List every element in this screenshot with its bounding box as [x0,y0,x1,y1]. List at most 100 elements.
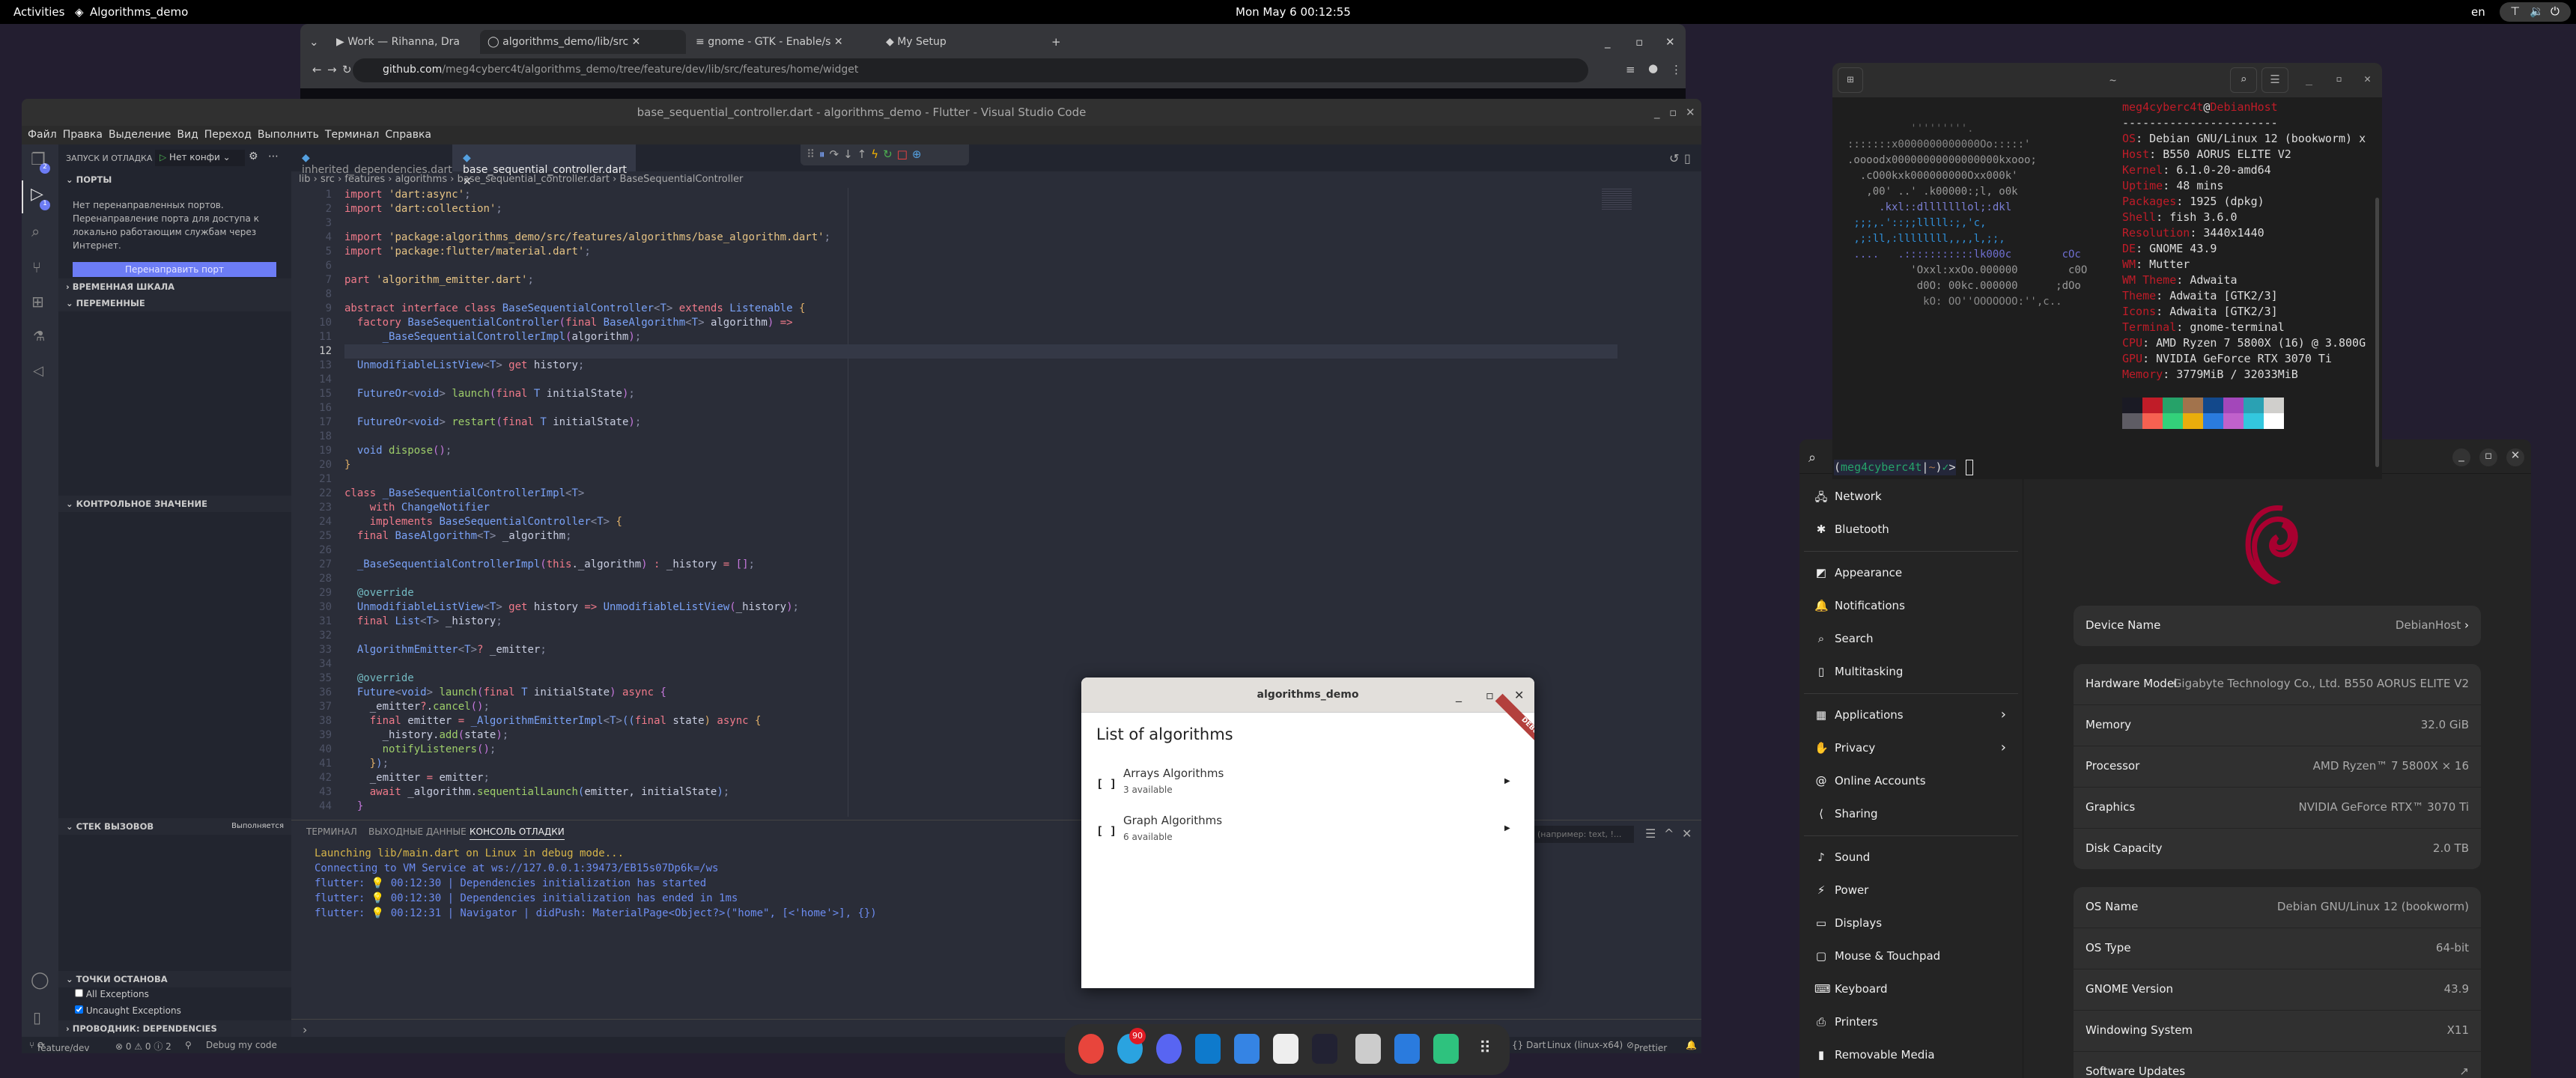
app-menu[interactable]: Algorithms_demo [90,5,188,19]
variables-header[interactable]: ⌄ ПЕРЕМЕННЫЕ [58,295,291,311]
breadcrumb-item[interactable]: algorithms [395,174,448,185]
settings-nav-privacy[interactable]: ✋ Privacy › [1799,732,2023,765]
settings-nav-displays[interactable]: ▭ Displays [1799,907,2023,940]
remmina-icon[interactable] [1394,1034,1420,1064]
maximize-button[interactable]: ▫ [1669,106,1677,119]
settings-nav-power[interactable]: ⚡ Power [1799,874,2023,907]
menu-item[interactable]: Переход [204,129,252,141]
settings-nav-notifications[interactable]: 🔔 Notifications [1799,590,2023,623]
tab-inherited-dependencies[interactable]: ◆ inherited_dependencies.dart [291,144,452,176]
vscode-icon[interactable] [1195,1034,1221,1064]
stop-icon[interactable]: □ [897,147,912,161]
maximize-panel-icon[interactable]: ^ [1664,826,1674,841]
settings-nav-bluetooth[interactable]: ✱ Bluetooth [1799,514,2023,546]
minimize-button[interactable]: _ [2452,448,2470,466]
menu-item[interactable]: Файл [28,129,57,141]
breadcrumb-item[interactable]: lib [299,174,310,185]
watch-header[interactable]: ⌄ КОНТРОЛЬНОЕ ЗНАЧЕНИЕ [58,496,291,512]
files-icon[interactable] [1234,1034,1260,1064]
browser-tab[interactable]: ▶ Work — Rihanna, Dra [329,30,479,54]
extensions-icon[interactable]: ⊞ [31,293,44,311]
settings-nav-applications[interactable]: ▦ Applications › [1799,699,2023,732]
step-over-icon[interactable]: ↷ [830,147,844,161]
device-name-row[interactable]: Device Name DebianHost › [2074,606,2481,647]
settings-nav-sound[interactable]: ♪ Sound [1799,841,2023,874]
split-editor-icon[interactable]: ▯ [1684,151,1691,165]
breadcrumb-item[interactable]: src [321,174,335,185]
branch-indicator[interactable]: ⑂ feature/dev ⟳ [29,1040,89,1053]
account-icon[interactable]: ◯ [31,971,49,990]
testing-icon[interactable]: ⚗ [33,329,45,344]
menu-icon[interactable]: ☰ [2261,67,2288,93]
minimize-button[interactable]: _ [1654,106,1660,119]
chrome-icon[interactable] [1078,1034,1104,1064]
reload-button[interactable]: ↻ [342,63,352,76]
menu-item[interactable]: Правка [63,129,103,141]
activities-button[interactable]: Activities [13,5,64,19]
prettier-status[interactable]: ⊘ Prettier [1626,1040,1667,1053]
settings-nav-network[interactable]: 🖧 Network [1799,481,2023,514]
menu-icon[interactable]: ⋮ [1671,63,1682,76]
step-into-icon[interactable]: ↓ [843,147,857,161]
settings-nav-sharing[interactable]: ⟨ Sharing [1799,798,2023,831]
clock[interactable]: Mon May 6 00:12:55 [1236,5,1351,19]
breakpoints-header[interactable]: ⌄ ТОЧКИ ОСТАНОВА [58,971,291,987]
tab-debug-console[interactable]: КОНСОЛЬ ОТЛАДКИ [470,826,565,840]
more-icon[interactable]: ⋯ [268,150,279,162]
dependencies-header[interactable]: › ПРОВОДНИК: DEPENDENCIES [58,1020,291,1037]
settings-nav-search[interactable]: ⌕ Search [1799,623,2023,656]
app-grid-icon[interactable]: ⠿ [1472,1034,1498,1064]
device-icon[interactable]: ▯ [33,1008,41,1026]
breadcrumb-item[interactable]: features [344,174,385,185]
gear-icon[interactable]: ⚙ [249,150,258,162]
breakpoint-all-exceptions[interactable]: All Exceptions [75,989,149,999]
launch-config-select[interactable]: ▷ Нет конфи ⌄ [155,150,245,166]
terminal-icon[interactable] [1312,1034,1337,1064]
callstack-header[interactable]: ⌄ СТЕК ВЫЗОВОВ Выполняется [58,818,291,835]
breadcrumb-item[interactable]: base_sequential_controller.dart [458,174,610,185]
minimize-button[interactable]: _ [2306,72,2312,85]
system-monitor-icon[interactable] [1433,1034,1459,1064]
console-filter-input[interactable]: (например: text, !... [1534,826,1634,843]
address-bar[interactable]: github.com/meg4cyberc4t/algorithms_demo/… [353,58,1588,82]
menu-item[interactable]: Выполнить [258,129,319,141]
maximize-button[interactable]: ▫ [2479,448,2497,466]
step-out-icon[interactable]: ↑ [857,147,872,161]
checkbox[interactable] [75,1005,83,1014]
settings-nav-multitasking[interactable]: ▯ Multitasking [1799,656,2023,689]
menu-item[interactable]: Терминал [325,129,379,141]
checkbox[interactable] [75,989,83,997]
ports-header[interactable]: ⌄ ПОРТЫ [58,171,291,188]
debug-config-label[interactable]: Debug my code [206,1040,277,1050]
settings-icon[interactable] [1355,1034,1381,1064]
tab-base-sequential-controller[interactable]: ◆ base_sequential_controller.dart ✕ [452,144,636,188]
search-icon[interactable]: ⌕ [2230,67,2257,93]
new-tab-button[interactable]: + [1051,35,1061,49]
settings-nav-mouse-touchpad[interactable]: ▢ Mouse & Touchpad [1799,940,2023,973]
problems-indicator[interactable]: ⊗ 0 ⚠ 0 ⓘ 2 [115,1040,171,1053]
forward-port-button[interactable]: Перенаправить порт [73,262,276,277]
search-icon[interactable]: ⌕ [31,222,40,240]
new-tab-icon[interactable]: ⊞ [1838,67,1863,93]
clear-console-icon[interactable]: ☰ [1645,826,1656,841]
settings-nav-removable-media[interactable]: ▮ Removable Media [1799,1039,2023,1072]
forward-button[interactable]: → [327,63,337,76]
profile-avatar[interactable]: ● [1648,61,1658,75]
close-button[interactable]: ✕ [2364,72,2371,85]
timeline-header[interactable]: › ВРЕМЕННАЯ ШКАЛА [58,278,291,295]
flutter-icon[interactable]: ◁ [33,363,43,379]
menu-item[interactable]: Выделение [109,129,171,141]
back-button[interactable]: ← [312,63,322,76]
maximize-button[interactable]: ▫ [1635,35,1643,49]
keyboard-layout[interactable]: en [2471,5,2485,19]
browser-tab-active[interactable]: ◯ algorithms_demo/lib/src ✕ [480,30,686,54]
browser-tab[interactable]: ≡ gnome - GTK - Enable/s ✕ [688,30,875,54]
language-mode[interactable]: {} Dart [1512,1040,1546,1050]
menu-item[interactable]: Вид [177,129,198,141]
console-input[interactable]: › [303,1023,307,1037]
breadcrumb-item[interactable]: BaseSequentialController [619,174,743,185]
info-row[interactable]: Software Updates ↗ [2074,1052,2481,1078]
tab-list-icon[interactable]: ⌄ [309,35,319,49]
close-button[interactable]: ✕ [1514,688,1524,702]
browser-tab[interactable]: ◆ My Setup [878,30,1043,54]
